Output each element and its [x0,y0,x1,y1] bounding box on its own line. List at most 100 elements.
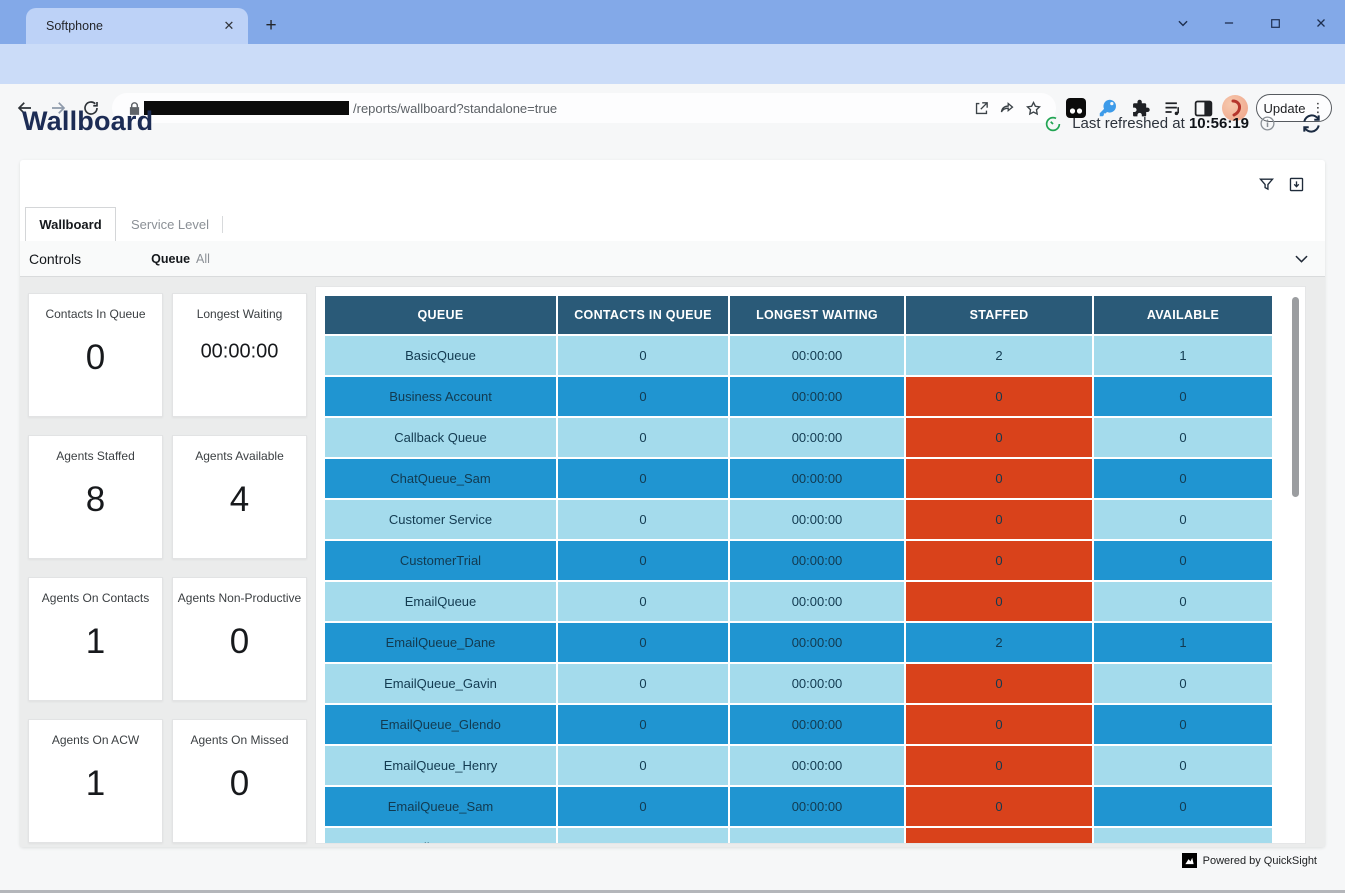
controls-collapse-chevron-icon[interactable] [1292,249,1311,273]
cell-contacts: 0 [558,582,728,621]
cell-available: 0 [1094,377,1272,416]
cell-queue: EmailQueue_Sam [325,787,556,826]
kpi-card: Agents Available4 [172,435,307,559]
kpi-card: Agents Staffed8 [28,435,163,559]
table-row: ChatQueue_Sam000:00:0000 [325,459,1272,498]
cell-available: 0 [1094,418,1272,457]
bookmark-star-icon[interactable] [1020,95,1046,121]
cell-available: 0 [1094,664,1272,703]
kpi-value: 0 [173,622,306,662]
cell-staffed: 0 [906,418,1092,457]
cell-available: 0 [1094,582,1272,621]
tab-close-icon[interactable]: ✕ [220,17,238,35]
kpi-label: Agents On Contacts [29,591,162,605]
cell-available: 0 [1094,459,1272,498]
tab-service-level[interactable]: Service Level [120,207,220,241]
table-header-row: QUEUECONTACTS IN QUEUELONGEST WAITINGSTA… [325,296,1272,334]
filter-icon[interactable] [1255,173,1277,195]
tab-search-chevron-icon[interactable] [1168,10,1198,36]
table-row: CustomerTrial000:00:0000 [325,541,1272,580]
column-header: AVAILABLE [1094,296,1272,334]
table-scrollbar[interactable] [1292,297,1299,497]
tab-title: Softphone [46,19,220,33]
controls-label: Controls [29,251,81,267]
cell-staffed: 0 [906,787,1092,826]
cell-available: 0 [1094,828,1272,844]
cell-contacts: 0 [558,459,728,498]
browser-toolbar: /reports/wallboard?standalone=true Updat… [0,44,1345,84]
url-bar[interactable]: /reports/wallboard?standalone=true [112,93,1056,123]
new-tab-button[interactable]: + [258,13,284,39]
table-row: Customer Service000:00:0000 [325,500,1272,539]
refresh-icon[interactable] [1300,112,1323,135]
queue-table-card: QUEUECONTACTS IN QUEUELONGEST WAITINGSTA… [315,286,1306,844]
cell-queue: EmailQueue_Gavin [325,664,556,703]
table-row: EmailQueue_Dane000:00:0021 [325,623,1272,662]
tab-wallboard[interactable]: Wallboard [25,207,116,241]
cell-waiting: 00:00:00 [730,746,904,785]
last-refreshed-text: Last refreshed at 10:56:19 [1072,115,1249,132]
refresh-cluster: Last refreshed at 10:56:19 [1044,112,1323,135]
cell-waiting: 00:00:00 [730,459,904,498]
cell-queue: EmailQueue_Dane [325,623,556,662]
cell-queue: EmailQueue_Henry [325,746,556,785]
cell-queue: Callback Queue [325,418,556,457]
cell-contacts: 0 [558,500,728,539]
cell-waiting: 00:00:00 [730,623,904,662]
powered-by-text: Powered by QuickSight [1203,855,1317,867]
cell-available: 1 [1094,623,1272,662]
last-refreshed-time: 10:56:19 [1189,115,1249,132]
cell-contacts: 0 [558,787,728,826]
cell-contacts: 0 [558,746,728,785]
cell-available: 0 [1094,746,1272,785]
cell-staffed: 0 [906,705,1092,744]
close-button[interactable] [1306,10,1336,36]
open-in-new-icon[interactable] [968,95,994,121]
export-icon[interactable] [1285,173,1307,195]
cell-staffed: 0 [906,377,1092,416]
cell-available: 1 [1094,336,1272,375]
queue-table: QUEUECONTACTS IN QUEUELONGEST WAITINGSTA… [323,294,1274,844]
minimize-button[interactable] [1214,10,1244,36]
cell-contacts: 0 [558,705,728,744]
quicksight-footer: Powered by QuickSight [1182,853,1317,868]
page-title: Wallboard [22,106,153,137]
controls-bar: Controls Queue All [20,241,1325,277]
cell-queue: ChatQueue_Sam [325,459,556,498]
redacted-host [144,101,349,115]
cell-waiting: 00:00:00 [730,377,904,416]
dashboard-content: Contacts In Queue0Longest Waiting00:00:0… [20,277,1325,847]
kpi-card: Longest Waiting00:00:00 [172,293,307,417]
table-row: EmailQueue_T000:00:0000 [325,828,1272,844]
browser-tab[interactable]: Softphone ✕ [26,8,248,44]
info-icon[interactable] [1259,115,1276,132]
cell-waiting: 00:00:00 [730,541,904,580]
cell-available: 0 [1094,705,1272,744]
cell-waiting: 00:00:00 [730,705,904,744]
cell-available: 0 [1094,541,1272,580]
queue-filter-label: Queue [151,252,190,266]
maximize-button[interactable] [1260,10,1290,36]
cell-waiting: 00:00:00 [730,787,904,826]
share-icon[interactable] [994,95,1020,121]
cell-available: 0 [1094,787,1272,826]
cell-contacts: 0 [558,418,728,457]
cell-available: 0 [1094,500,1272,539]
sheet-tabbar: Wallboard Service Level [20,207,1325,241]
column-header: STAFFED [906,296,1092,334]
cell-waiting: 00:00:00 [730,418,904,457]
cell-staffed: 0 [906,459,1092,498]
browser-titlebar: Softphone ✕ + [0,0,1345,44]
kpi-grid: Contacts In Queue0Longest Waiting00:00:0… [28,293,307,843]
kpi-value: 1 [29,622,162,662]
cell-waiting: 00:00:00 [730,500,904,539]
queue-filter-value[interactable]: All [196,252,210,266]
table-row: BasicQueue000:00:0021 [325,336,1272,375]
cell-queue: EmailQueue_T [325,828,556,844]
cell-waiting: 00:00:00 [730,336,904,375]
cell-staffed: 0 [906,746,1092,785]
cell-waiting: 00:00:00 [730,828,904,844]
kpi-card: Agents On Contacts 1 [28,577,163,701]
quicksight-logo-icon [1182,853,1197,868]
kpi-card: Agents Non-Productive0 [172,577,307,701]
